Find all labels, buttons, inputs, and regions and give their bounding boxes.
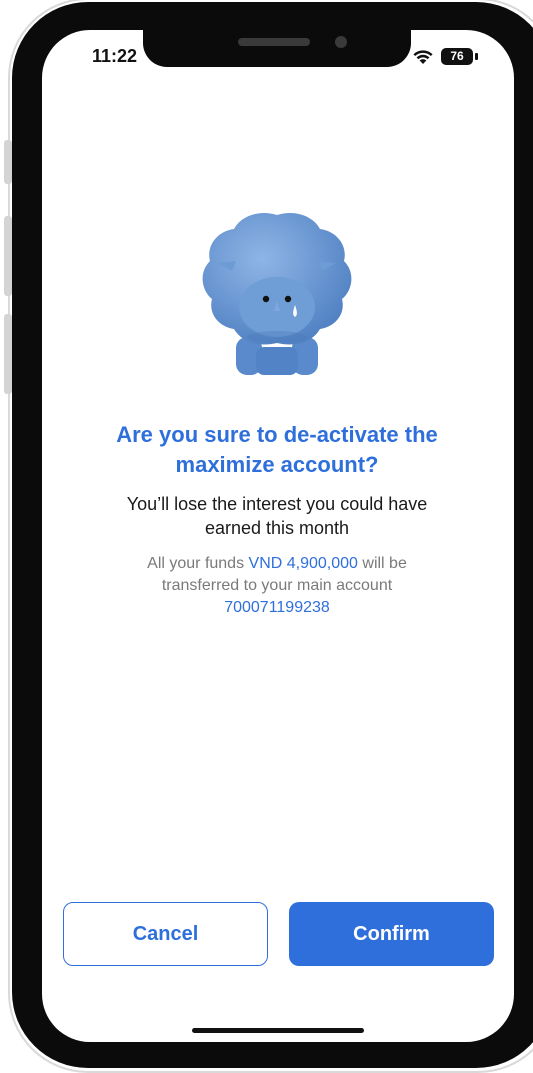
dialog-title: Are you sure to de-activate the maximize… <box>70 420 484 480</box>
battery-tip <box>475 53 478 60</box>
cancel-button[interactable]: Cancel <box>63 902 268 966</box>
info-prefix: All your funds <box>147 555 249 572</box>
subtitle-line-1: You’ll lose the interest you could have <box>126 494 428 514</box>
confirm-button[interactable]: Confirm <box>289 902 494 966</box>
info-suffix: will be <box>357 555 407 572</box>
side-button-volume-down <box>4 314 12 394</box>
dialog-subtitle: You’ll lose the interest you could have … <box>70 492 484 540</box>
title-line-2: maximize account? <box>175 452 379 477</box>
battery-icon: 76 <box>441 48 473 65</box>
wifi-icon <box>413 50 433 64</box>
status-time: 11:22 <box>92 46 138 66</box>
info-line-2: transferred to your main account <box>161 577 393 594</box>
subtitle-line-2: earned this month <box>204 518 350 538</box>
transfer-info: All your funds VND 4,900,000 will be tra… <box>80 553 474 619</box>
notch <box>143 27 411 67</box>
main-account-number: 700071199238 <box>224 599 330 616</box>
speaker <box>238 38 310 46</box>
front-camera <box>335 36 347 48</box>
side-button-volume-up <box>4 216 12 296</box>
info-line-1: All your funds VND 4,900,000 will be <box>80 553 474 575</box>
sad-rhino-mascot <box>202 212 352 375</box>
home-indicator[interactable] <box>192 1028 364 1033</box>
funds-amount: VND 4,900,000 <box>248 555 358 572</box>
side-button-mute <box>4 140 12 184</box>
title-line-1: Are you sure to de-activate the <box>116 422 438 447</box>
